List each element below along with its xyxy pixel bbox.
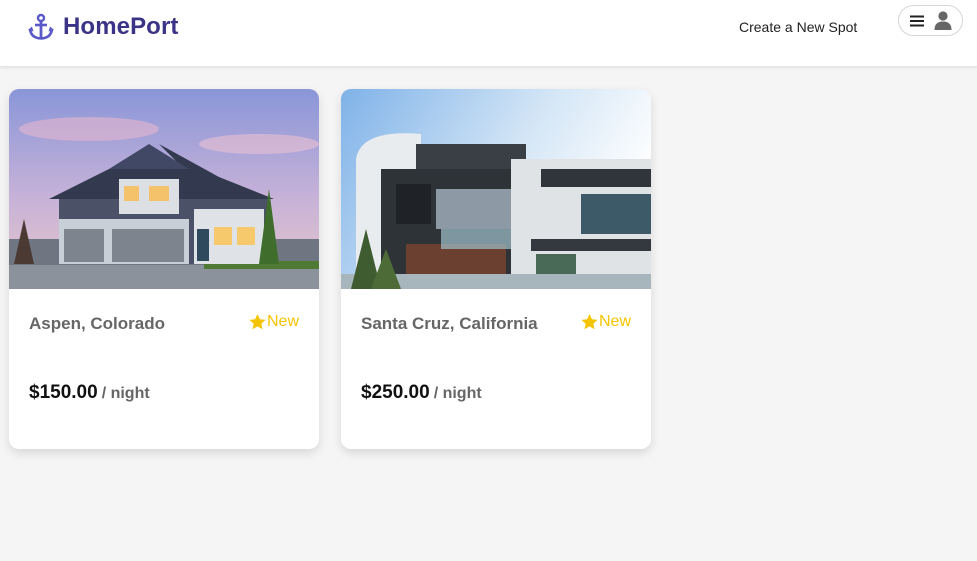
spot-card[interactable]: Santa Cruz, California New $250.00 / nig… bbox=[341, 89, 651, 449]
top-nav: HomePort Create a New Spot bbox=[0, 0, 977, 67]
spot-image bbox=[341, 89, 651, 289]
user-icon bbox=[934, 11, 951, 30]
anchor-icon bbox=[28, 13, 54, 40]
home-logo-link[interactable]: HomePort bbox=[27, 13, 178, 41]
rating-label: New bbox=[598, 313, 631, 330]
rating-label: New bbox=[266, 313, 299, 330]
spot-card[interactable]: Aspen, Colorado New $150.00 / night bbox=[9, 89, 319, 449]
menu-icon bbox=[909, 15, 924, 26]
spot-image bbox=[9, 89, 319, 289]
price-unit: / night bbox=[433, 385, 482, 402]
profile-menu-button[interactable] bbox=[898, 5, 963, 36]
spot-rating: New bbox=[248, 313, 299, 331]
spot-title: Aspen, Colorado bbox=[29, 314, 166, 333]
price-value: $150.00 bbox=[29, 382, 98, 403]
brand-name: HomePort bbox=[63, 13, 179, 40]
spot-price: $250.00 / night bbox=[361, 382, 482, 404]
spot-title: Santa Cruz, California bbox=[361, 314, 538, 333]
star-icon bbox=[581, 314, 598, 330]
create-spot-link[interactable]: Create a New Spot bbox=[739, 19, 857, 35]
spot-price: $150.00 / night bbox=[29, 382, 150, 404]
price-unit: / night bbox=[101, 385, 150, 402]
spot-rating: New bbox=[580, 313, 631, 331]
star-icon bbox=[249, 314, 266, 330]
price-value: $250.00 bbox=[361, 382, 430, 403]
